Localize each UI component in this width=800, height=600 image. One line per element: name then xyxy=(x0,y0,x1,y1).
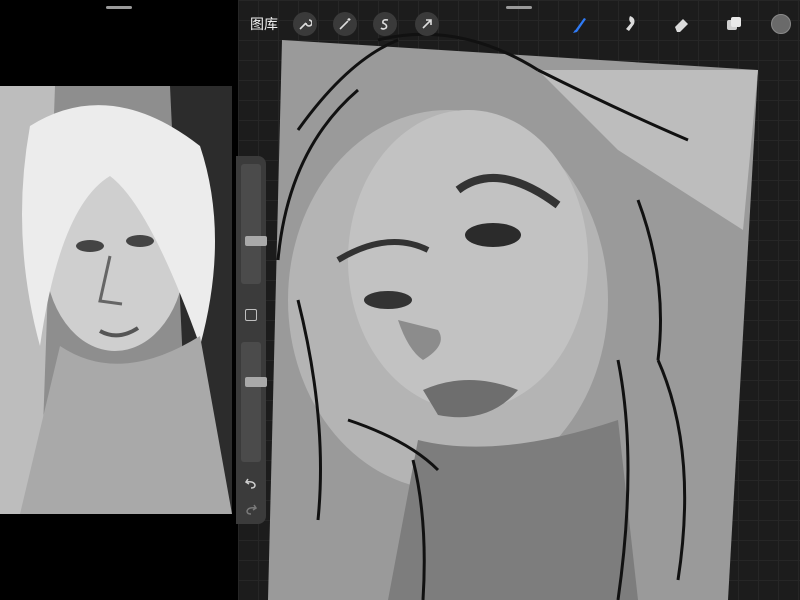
canvas-area[interactable] xyxy=(238,0,800,600)
modify-square-icon[interactable] xyxy=(245,309,257,321)
canvas-sidebar xyxy=(236,156,267,524)
gallery-button[interactable]: 图库 xyxy=(250,14,278,34)
reference-photo xyxy=(0,86,232,514)
brush-size-slider[interactable] xyxy=(241,164,267,284)
top-toolbar: 图库 xyxy=(238,0,800,44)
brush-size-thumb[interactable] xyxy=(245,236,267,246)
wrench-icon[interactable] xyxy=(293,12,317,36)
brush-icon[interactable] xyxy=(566,10,594,38)
smudge-icon[interactable] xyxy=(618,10,646,38)
color-swatch[interactable] xyxy=(771,14,791,34)
eraser-icon[interactable] xyxy=(668,10,696,38)
opacity-slider[interactable] xyxy=(241,342,267,462)
artwork-canvas[interactable] xyxy=(238,0,800,600)
reference-pane xyxy=(0,0,238,600)
selection-s-icon[interactable] xyxy=(373,12,397,36)
transform-arrow-icon[interactable] xyxy=(415,12,439,36)
opacity-thumb[interactable] xyxy=(245,377,267,387)
layers-icon[interactable] xyxy=(720,10,748,38)
multitask-handle[interactable] xyxy=(106,6,132,9)
magic-wand-icon[interactable] xyxy=(333,12,357,36)
undo-icon[interactable] xyxy=(242,474,260,492)
redo-icon[interactable] xyxy=(242,500,260,518)
